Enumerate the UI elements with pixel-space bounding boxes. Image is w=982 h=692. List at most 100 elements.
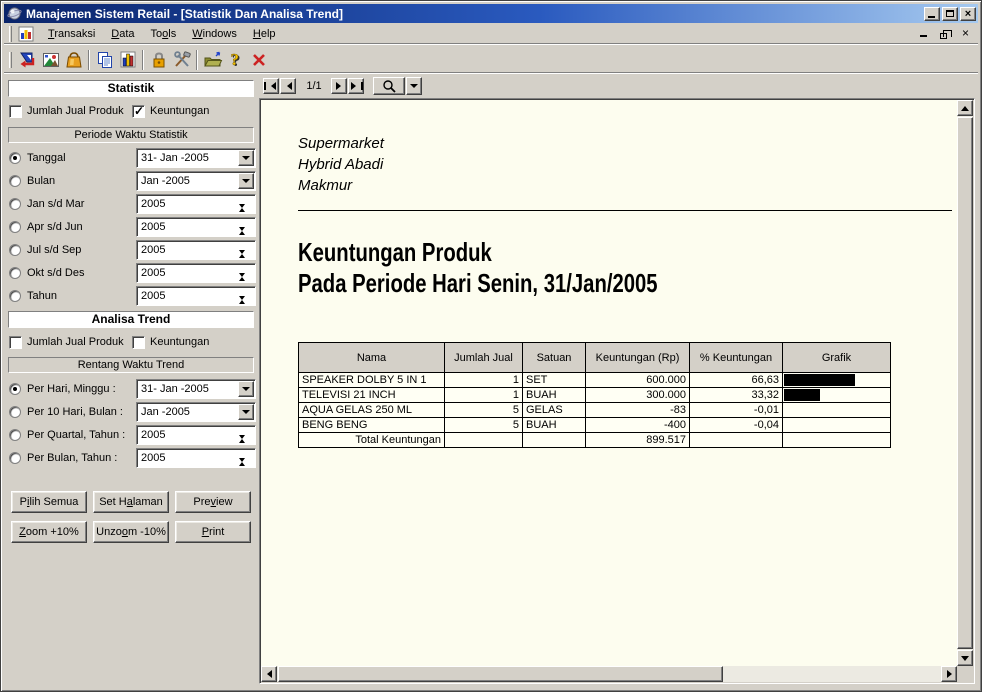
- spin-down-icon[interactable]: [239, 462, 254, 474]
- radio-bulan[interactable]: [9, 175, 21, 187]
- next-page-icon: [336, 82, 345, 90]
- settings-button[interactable]: [170, 49, 193, 71]
- rentang-waktu-trend-header: Rentang Waktu Trend: [8, 357, 254, 373]
- switch-user-button[interactable]: [16, 49, 39, 71]
- mdi-minimize-icon: [920, 35, 927, 37]
- bulan-combobox[interactable]: Jan -2005: [136, 171, 256, 191]
- shopping-bag-button[interactable]: [62, 49, 85, 71]
- mdi-minimize-button[interactable]: [917, 28, 930, 39]
- sidebar: Statistik ✓ Jumlah Jual Produk ✓ Keuntun…: [4, 74, 258, 688]
- minimize-icon: [928, 16, 935, 18]
- magnifier-icon: [382, 79, 396, 93]
- scrollbar-corner: [957, 666, 973, 682]
- lock-button[interactable]: [147, 49, 170, 71]
- vertical-scroll-thumb[interactable]: [957, 117, 973, 649]
- menu-transaksi[interactable]: Transaksi: [40, 25, 103, 43]
- mdi-child-icon[interactable]: [18, 26, 34, 42]
- preview-box: Supermarket Hybrid Abadi Makmur Keuntung…: [259, 98, 975, 684]
- toolbar: ? ?: [4, 46, 978, 74]
- table-row: SPEAKER DOLBY 5 IN 1 1 SET 600.000 66,63: [299, 373, 891, 388]
- apr-jun-year-spinner[interactable]: 2005: [136, 217, 256, 237]
- next-page-button[interactable]: [331, 78, 347, 94]
- first-page-button[interactable]: [263, 78, 279, 94]
- menu-help[interactable]: Help: [245, 25, 284, 43]
- scroll-right-button[interactable]: [941, 666, 957, 682]
- mdi-restore-icon: [940, 33, 947, 39]
- scroll-down-button[interactable]: [957, 650, 973, 666]
- arrow-down-icon: [961, 656, 969, 665]
- total-value: 899.517: [586, 433, 690, 448]
- chevron-down-icon[interactable]: [238, 173, 254, 189]
- statistics-button[interactable]: [116, 49, 139, 71]
- prev-page-button[interactable]: [280, 78, 296, 94]
- radio-apr-jun[interactable]: [9, 221, 21, 233]
- checkbox-jumlah-jual-produk-trend[interactable]: ✓ Jumlah Jual Produk: [9, 335, 124, 349]
- chevron-down-icon[interactable]: [238, 404, 254, 420]
- checkbox-box[interactable]: ✓: [132, 336, 145, 349]
- unzoom-button[interactable]: Unzoom -10%: [93, 521, 169, 543]
- preview-button[interactable]: Preview: [175, 491, 251, 513]
- tools-icon: [172, 50, 192, 70]
- toolbar-separator: [196, 50, 198, 70]
- maximize-button[interactable]: [942, 7, 958, 21]
- radio-jul-sep[interactable]: [9, 244, 21, 256]
- radio-per-bulan[interactable]: [9, 452, 21, 464]
- zoom-in-button[interactable]: Zoom +10%: [11, 521, 87, 543]
- jan-mar-year-spinner[interactable]: 2005: [136, 194, 256, 214]
- delete-button[interactable]: [247, 49, 270, 71]
- print-button[interactable]: Print: [175, 521, 251, 543]
- checkbox-keuntungan-trend[interactable]: ✓ Keuntungan: [132, 335, 209, 349]
- checkbox-box[interactable]: ✓: [132, 105, 145, 118]
- radio-jan-mar[interactable]: [9, 198, 21, 210]
- per-bulan-year-spinner[interactable]: 2005: [136, 448, 256, 468]
- horizontal-scrollbar[interactable]: [261, 666, 957, 682]
- menu-windows[interactable]: Windows: [184, 25, 245, 43]
- radio-per-hari[interactable]: [9, 383, 21, 395]
- open-folder-button[interactable]: [201, 49, 224, 71]
- radio-tanggal[interactable]: [9, 152, 21, 164]
- pilih-semua-button[interactable]: Pilih Semua: [11, 491, 87, 513]
- picture-button[interactable]: [39, 49, 62, 71]
- horizontal-scroll-thumb[interactable]: [278, 666, 723, 682]
- tanggal-combobox[interactable]: 31- Jan -2005: [136, 148, 256, 168]
- per-hari-combobox[interactable]: 31- Jan -2005: [136, 379, 256, 399]
- chevron-down-icon[interactable]: [238, 381, 254, 397]
- chevron-down-icon[interactable]: [238, 150, 254, 166]
- title-bar: Manajemen Sistem Retail - [Statistik Dan…: [4, 4, 978, 23]
- set-halaman-button[interactable]: Set Halaman: [93, 491, 169, 513]
- copy-button[interactable]: [93, 49, 116, 71]
- scroll-up-button[interactable]: [957, 100, 973, 116]
- radio-okt-des[interactable]: [9, 267, 21, 279]
- per-10-hari-combobox[interactable]: Jan -2005: [136, 402, 256, 422]
- checkbox-box[interactable]: ✓: [9, 105, 22, 118]
- tahun-year-spinner[interactable]: 2005: [136, 286, 256, 306]
- minimize-button[interactable]: [924, 7, 940, 21]
- mdi-restore-button[interactable]: [938, 28, 951, 39]
- per-quartal-year-spinner[interactable]: 2005: [136, 425, 256, 445]
- option-jul-sep: Jul s/d Sep 2005: [9, 240, 253, 260]
- app-icon: [7, 6, 22, 21]
- radio-per-quartal[interactable]: [9, 429, 21, 441]
- okt-des-year-spinner[interactable]: 2005: [136, 263, 256, 283]
- checkbox-jumlah-jual-produk-statistik[interactable]: ✓ Jumlah Jual Produk: [9, 104, 124, 118]
- close-button[interactable]: ×: [960, 7, 976, 21]
- menubar-grip[interactable]: [9, 26, 12, 42]
- radio-tahun[interactable]: [9, 290, 21, 302]
- last-page-icon: [351, 82, 360, 90]
- vertical-scrollbar[interactable]: [957, 100, 973, 666]
- option-tahun: Tahun 2005: [9, 286, 253, 306]
- scroll-left-button[interactable]: [261, 666, 277, 682]
- zoom-tool-button[interactable]: [373, 77, 405, 95]
- jul-sep-year-spinner[interactable]: 2005: [136, 240, 256, 260]
- help-icon: ? ?: [226, 50, 246, 70]
- mdi-close-button[interactable]: ×: [959, 28, 972, 39]
- zoom-dropdown-button[interactable]: [406, 77, 422, 95]
- help-button[interactable]: ? ?: [224, 49, 247, 71]
- checkbox-keuntungan-statistik[interactable]: ✓ Keuntungan: [132, 104, 209, 118]
- toolbar-grip[interactable]: [9, 52, 12, 68]
- menu-data[interactable]: Data: [103, 25, 142, 43]
- last-page-button[interactable]: [348, 78, 364, 94]
- radio-per-10-hari[interactable]: [9, 406, 21, 418]
- checkbox-box[interactable]: ✓: [9, 336, 22, 349]
- menu-tools[interactable]: Tools: [143, 25, 185, 43]
